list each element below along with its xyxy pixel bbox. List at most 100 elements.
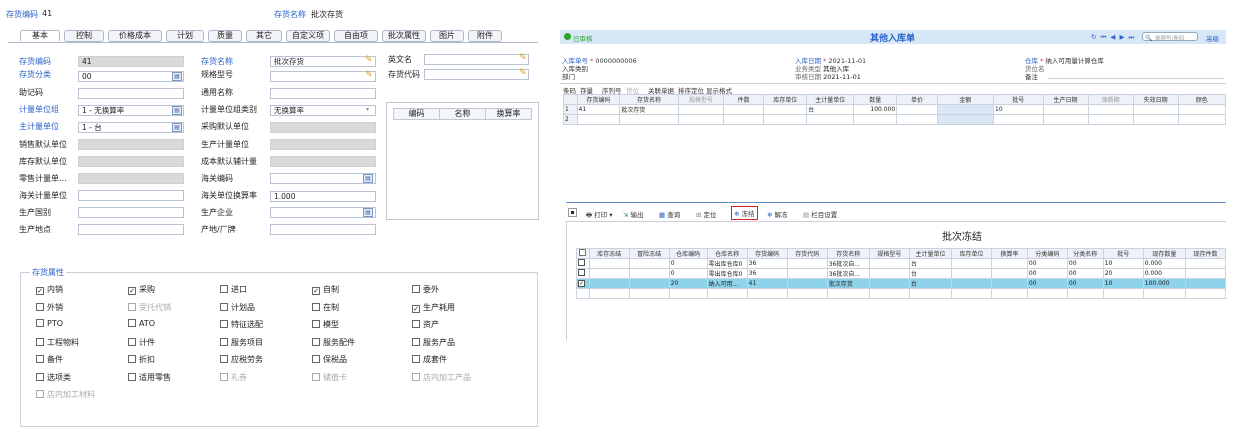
tab-9[interactable]: 图片: [430, 30, 464, 42]
attr-checkbox-2-1[interactable]: ATO: [128, 319, 155, 328]
inbound-col-header[interactable]: [563, 94, 578, 105]
uom-grid-header-code[interactable]: 编码: [394, 109, 440, 119]
table-cell[interactable]: 20: [1102, 268, 1144, 279]
table-cell[interactable]: 36批次自...: [826, 258, 870, 269]
inbound-col-header[interactable]: 数量: [853, 94, 898, 105]
table-cell[interactable]: 00: [1026, 268, 1068, 279]
table-cell[interactable]: 00: [1066, 258, 1104, 269]
table-cell[interactable]: 0.000: [1142, 268, 1186, 279]
inbound-col-header[interactable]: 保质期: [1087, 94, 1134, 105]
table-cell[interactable]: ✓: [576, 278, 590, 289]
table-cell[interactable]: [763, 104, 808, 115]
main-uom-field[interactable]: 1 - 台: [78, 122, 184, 133]
table-cell[interactable]: 台: [908, 278, 953, 289]
main-uom-lookup-icon[interactable]: ▤: [172, 123, 182, 132]
freeze-col-header[interactable]: 库存单位: [951, 248, 993, 259]
table-cell[interactable]: [1132, 114, 1179, 125]
table-cell[interactable]: [991, 278, 1028, 289]
retail-uom-field[interactable]: [78, 173, 184, 184]
inbound-col-header[interactable]: 单价: [896, 94, 938, 105]
uom-group-lookup-icon[interactable]: ▤: [172, 106, 182, 115]
table-cell[interactable]: 0: [668, 258, 708, 269]
freeze-col-header[interactable]: 主计量单位: [908, 248, 953, 259]
customs-uom-field[interactable]: [78, 190, 184, 201]
table-cell[interactable]: [1184, 278, 1227, 289]
attr-checkbox-1-1[interactable]: 受托代销: [128, 302, 171, 313]
table-cell[interactable]: [1042, 104, 1089, 115]
pencil-icon[interactable]: ✎: [365, 70, 375, 80]
attr-checkbox-5-2[interactable]: 礼券: [220, 372, 247, 383]
freeze-col-header[interactable]: [576, 248, 590, 259]
table-cell[interactable]: [853, 114, 898, 125]
checkbox-icon[interactable]: [578, 269, 585, 276]
inv-code-field[interactable]: [424, 69, 529, 80]
table-cell[interactable]: 批次存货: [826, 278, 870, 289]
checkbox-icon[interactable]: ✓: [578, 280, 585, 287]
table-cell[interactable]: 零出库仓库0: [706, 268, 748, 279]
tab-2[interactable]: 价格成本: [108, 30, 162, 42]
table-cell[interactable]: [951, 258, 993, 269]
table-cell[interactable]: [1132, 104, 1179, 115]
attr-checkbox-4-1[interactable]: 折扣: [128, 354, 155, 365]
nav-icons[interactable]: ↻ ⏮ ◀ ▶ ⏭: [1091, 33, 1135, 42]
table-cell[interactable]: [991, 268, 1028, 279]
pencil-icon[interactable]: ✎: [519, 53, 529, 63]
table-cell[interactable]: 100.000: [853, 104, 898, 115]
query-button[interactable]: ▦ 查询: [659, 209, 680, 219]
attr-checkbox-1-2[interactable]: 计划品: [220, 302, 255, 313]
table-cell[interactable]: [786, 278, 828, 289]
tab-10[interactable]: 附件: [468, 30, 502, 42]
attr-checkbox-4-0[interactable]: 备件: [36, 354, 63, 365]
table-cell[interactable]: 00: [1026, 258, 1068, 269]
table-cell[interactable]: [896, 104, 938, 115]
uom-group-field[interactable]: 1 - 无换算率: [78, 105, 184, 116]
table-cell[interactable]: 0: [668, 268, 708, 279]
table-cell[interactable]: [576, 268, 590, 279]
attr-checkbox-0-1[interactable]: ✓ 采购: [128, 284, 155, 295]
attr-checkbox-2-4[interactable]: 资产: [412, 319, 439, 330]
customs-code-lookup-icon[interactable]: ▤: [363, 174, 373, 183]
table-cell[interactable]: 36: [746, 268, 788, 279]
mnemonic-field[interactable]: [78, 88, 184, 99]
inbound-col-header[interactable]: 件数: [722, 94, 765, 105]
table-cell[interactable]: 20: [668, 278, 708, 289]
attr-checkbox-3-4[interactable]: 服务产品: [412, 337, 455, 348]
table-cell[interactable]: 0.000: [1142, 258, 1186, 269]
table-cell[interactable]: 台: [908, 268, 953, 279]
table-cell[interactable]: [806, 114, 855, 125]
manufacturer-lookup-icon[interactable]: ▤: [363, 208, 373, 217]
table-cell[interactable]: [1087, 104, 1134, 115]
tab-7[interactable]: 自由项: [334, 30, 378, 42]
table-cell[interactable]: 2: [563, 114, 578, 125]
pencil-icon[interactable]: ✎: [365, 55, 375, 65]
freeze-col-header[interactable]: 存货名称: [826, 248, 870, 259]
table-cell[interactable]: [1177, 104, 1227, 115]
code-field[interactable]: 41: [78, 56, 184, 67]
export-button[interactable]: ⇲ 输出: [623, 209, 644, 219]
freeze-col-header[interactable]: 分类编码: [1026, 248, 1068, 259]
category-lookup-icon[interactable]: ▤: [172, 72, 182, 81]
attr-checkbox-5-1[interactable]: 适用零售: [128, 372, 171, 383]
attr-checkbox-2-3[interactable]: 模型: [312, 319, 339, 330]
attr-checkbox-2-2[interactable]: 特征选配: [220, 319, 263, 330]
manufacturer-field[interactable]: [270, 207, 376, 218]
freeze-button[interactable]: ❄ 冻结: [731, 206, 758, 220]
table-cell[interactable]: 纳入可用...: [706, 278, 748, 289]
table-cell[interactable]: 41: [746, 278, 788, 289]
inbound-col-header[interactable]: 颜色: [1177, 94, 1227, 105]
freeze-col-header[interactable]: 规格型号: [868, 248, 910, 259]
freeze-col-header[interactable]: 存货代码: [786, 248, 828, 259]
table-cell[interactable]: [1184, 258, 1227, 269]
locate-button[interactable]: ⊞ 定位: [696, 209, 717, 219]
table-row[interactable]: 2: [563, 114, 1227, 125]
uom-grid-header-rate[interactable]: 换算率: [486, 109, 531, 119]
purchase-uom-field[interactable]: [270, 122, 376, 133]
inbound-col-header[interactable]: 库存单位: [763, 94, 808, 105]
table-cell[interactable]: [677, 104, 724, 115]
attr-checkbox-0-0[interactable]: ✓ 内销: [36, 284, 63, 295]
freeze-col-header[interactable]: 仓库编码: [668, 248, 708, 259]
freeze-col-header[interactable]: 换算率: [991, 248, 1028, 259]
stock-uom-field[interactable]: [78, 156, 184, 167]
freeze-col-header[interactable]: 现存件数: [1184, 248, 1227, 259]
table-cell[interactable]: 100.000: [1142, 278, 1186, 289]
